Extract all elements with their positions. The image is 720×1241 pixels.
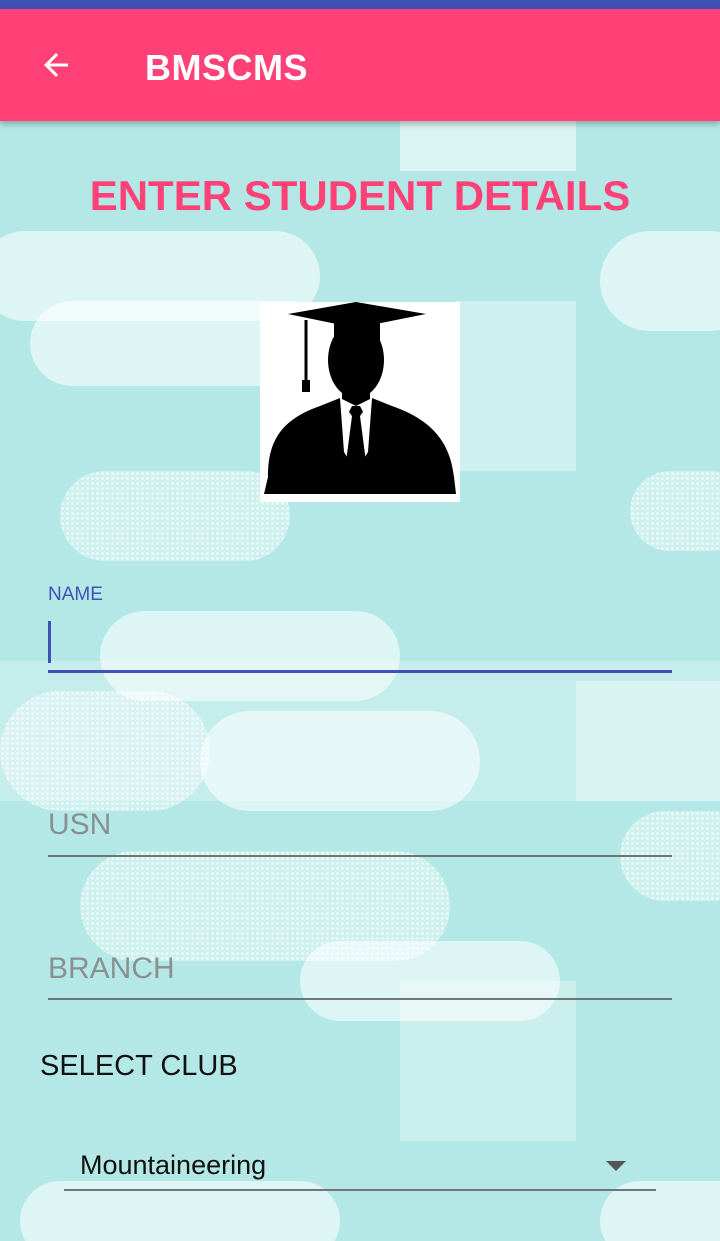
status-bar — [0, 0, 720, 9]
back-button[interactable] — [28, 35, 84, 95]
name-input[interactable] — [48, 618, 680, 652]
text-cursor — [48, 621, 51, 663]
select-club-label: SELECT CLUB — [40, 1050, 238, 1082]
app-bar: BMSCMS — [0, 9, 720, 121]
branch-field-container — [48, 952, 672, 1000]
club-spinner[interactable]: Mountaineering — [64, 1145, 656, 1191]
form-heading: ENTER STUDENT DETAILS — [89, 172, 631, 219]
branch-input[interactable] — [48, 952, 672, 986]
club-selected-value: Mountaineering — [80, 1150, 267, 1180]
usn-field-container — [48, 808, 672, 857]
student-avatar[interactable] — [260, 302, 460, 502]
usn-input[interactable] — [48, 808, 672, 842]
graduate-avatar-icon — [264, 302, 456, 494]
arrow-left-icon — [44, 53, 68, 77]
name-label: NAME — [48, 584, 103, 605]
name-field-container — [48, 618, 680, 673]
app-title: BMSCMS — [145, 47, 308, 88]
dropdown-arrow-icon — [606, 1161, 626, 1171]
